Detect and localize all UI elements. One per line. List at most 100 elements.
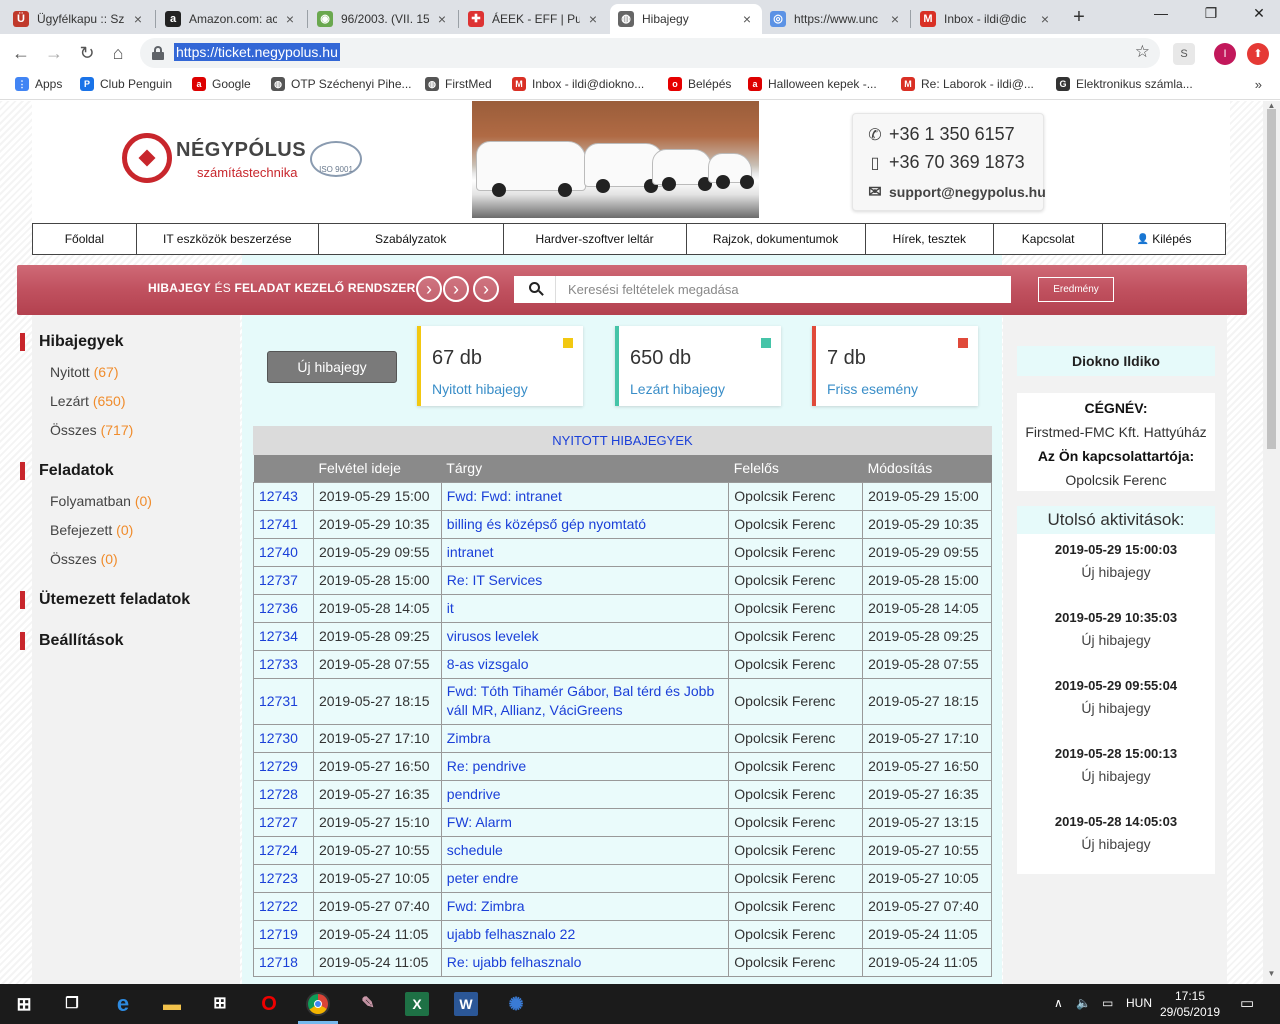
browser-tab[interactable]: Ü Ügyfélkapu :: Sz × [5, 4, 153, 34]
column-header[interactable]: Felvétel ideje [313, 455, 442, 482]
scroll-down-icon[interactable]: ▼ [1263, 969, 1280, 983]
task-view-icon[interactable]: ❐ [60, 992, 84, 1016]
tab-close-icon[interactable]: × [131, 11, 145, 27]
menu-item[interactable]: IT eszközök beszerzése [136, 223, 319, 255]
sidebar-subitem[interactable]: Folyamatban (0) [50, 493, 152, 509]
subject-link[interactable]: ujabb felhasznalo 22 [440, 919, 730, 949]
tray-chevron-icon[interactable]: ∧ [1054, 996, 1063, 1010]
tab-close-icon[interactable]: × [435, 11, 449, 27]
opera-icon[interactable]: O [257, 992, 281, 1016]
phone1-text[interactable]: +36 1 350 6157 [889, 124, 1015, 145]
subject-link[interactable]: FW: Alarm [440, 807, 730, 837]
home-icon[interactable]: ⌂ [107, 42, 129, 64]
email-link[interactable]: support@negypolus.hu [889, 184, 1046, 200]
table-row[interactable]: 12734 2019-05-28 09:25 virusos levelek Opol… [253, 621, 992, 651]
column-header[interactable]: Felelős [728, 455, 863, 482]
table-row[interactable]: 12718 2019-05-24 11:05 Re: ujabb felhaszna… [253, 947, 992, 977]
language-indicator[interactable]: HUN [1126, 996, 1152, 1010]
browser-tab[interactable]: a Amazon.com: ac × [157, 4, 305, 34]
ticket-id-link[interactable]: 12740 [253, 537, 314, 567]
ticket-id-link[interactable]: 12734 [253, 621, 314, 651]
ticket-id-link[interactable]: 12731 [253, 677, 314, 725]
circle-chevron-icon[interactable]: › [443, 276, 469, 302]
ticket-id-link[interactable]: 12724 [253, 835, 314, 865]
table-row[interactable]: 12727 2019-05-27 15:10 FW: Alarm Opolcsik F… [253, 807, 992, 837]
network-icon[interactable]: ▭ [1102, 996, 1113, 1010]
ticket-id-link[interactable]: 12730 [253, 723, 314, 753]
maximize-icon[interactable]: ❐ [1196, 5, 1226, 22]
table-row[interactable]: 12741 2019-05-29 10:35 billing és középső … [253, 509, 992, 539]
browser-tab[interactable]: M Inbox - ildi@dic × [912, 4, 1060, 34]
menu-item[interactable]: Hírek, tesztek [865, 223, 994, 255]
table-row[interactable]: 12722 2019-05-27 07:40 Fwd: Zimbra Opolcsik… [253, 891, 992, 921]
stat-card[interactable]: 7 db Friss esemény [812, 326, 978, 406]
tab-close-icon[interactable]: × [1038, 11, 1052, 27]
store-icon[interactable]: ⊞ [208, 992, 232, 1016]
table-row[interactable]: 12731 2019-05-27 18:15 Fwd: Tóth Tihamér G… [253, 677, 992, 725]
subject-link[interactable]: Fwd: Tóth Tihamér Gábor, Bal térd és Job… [440, 677, 730, 725]
menu-item[interactable]: Főoldal [32, 223, 137, 255]
sidebar-subitem[interactable]: Befejezett (0) [50, 522, 133, 538]
sidebar-settings[interactable]: Beállítások [20, 632, 123, 650]
word-icon[interactable]: W [454, 992, 478, 1016]
circle-chevron-icon[interactable]: › [416, 276, 442, 302]
notifications-icon[interactable]: ▭ [1240, 994, 1254, 1012]
table-row[interactable]: 12719 2019-05-24 11:05 ujabb felhasznalo 2… [253, 919, 992, 949]
subject-link[interactable]: virusos levelek [440, 621, 730, 651]
close-window-icon[interactable]: ✕ [1244, 5, 1274, 22]
back-icon[interactable]: ← [10, 42, 32, 64]
system-clock[interactable]: 17:15 29/05/2019 [1158, 988, 1222, 1020]
ticket-id-link[interactable]: 12727 [253, 807, 314, 837]
ticket-id-link[interactable]: 12736 [253, 593, 314, 623]
result-button[interactable]: Eredmény [1038, 277, 1114, 302]
tab-close-icon[interactable]: × [586, 11, 600, 27]
paint-icon[interactable]: ✎ [356, 992, 380, 1016]
subject-link[interactable]: peter endre [440, 863, 730, 893]
table-row[interactable]: 12743 2019-05-29 15:00 Fwd: Fwd: intranet O… [253, 481, 992, 511]
subject-link[interactable]: Re: pendrive [440, 751, 730, 781]
ticket-id-link[interactable]: 12733 [253, 649, 314, 679]
edge-icon[interactable]: e [111, 992, 135, 1016]
sidebar-tasks-title[interactable]: Feladatok [20, 462, 114, 480]
bookmark-item[interactable]: a Google [192, 77, 251, 91]
search-button[interactable] [514, 276, 556, 303]
bookmark-item[interactable]: ◍ OTP Széchenyi Pihe... [271, 77, 412, 91]
browser-tab[interactable]: ◉ 96/2003. (VII. 15 × [309, 4, 457, 34]
bookmark-item[interactable]: a Halloween kepek -... [748, 77, 877, 91]
sidebar-subitem[interactable]: Nyitott (67) [50, 364, 118, 380]
ticket-id-link[interactable]: 12737 [253, 565, 314, 595]
table-row[interactable]: 12733 2019-05-28 07:55 8-as vizsgalo Opolcs… [253, 649, 992, 679]
ticket-id-link[interactable]: 12718 [253, 947, 314, 977]
page-scrollbar[interactable]: ▲ ▼ [1263, 101, 1280, 984]
bookmark-item[interactable]: P Club Penguin [80, 77, 172, 91]
bookmark-item[interactable]: o Belépés [668, 77, 731, 91]
menu-item[interactable]: Hardver-szoftver leltár [503, 223, 687, 255]
tab-close-icon[interactable]: × [740, 11, 754, 27]
bookmark-star-icon[interactable]: ☆ [1135, 42, 1150, 62]
ticket-id-link[interactable]: 12722 [253, 891, 314, 921]
column-header[interactable]: Módosítás [862, 455, 992, 482]
forward-icon[interactable]: → [43, 42, 65, 64]
ticket-id-link[interactable]: 12743 [253, 481, 314, 511]
volume-icon[interactable]: 🔈 [1076, 996, 1091, 1010]
subject-link[interactable]: Re: ujabb felhasznalo [440, 947, 730, 977]
extension-icon[interactable]: S [1173, 43, 1195, 65]
bookmark-item[interactable]: G Elektronikus számla... [1056, 77, 1193, 91]
menu-item[interactable]: Szabályzatok [318, 223, 504, 255]
table-row[interactable]: 12730 2019-05-27 17:10 Zimbra Opolcsik Fere… [253, 723, 992, 753]
table-row[interactable]: 12724 2019-05-27 10:55 schedule Opolcsik Fe… [253, 835, 992, 865]
bookmark-item[interactable]: M Re: Laborok - ildi@... [901, 77, 1034, 91]
table-row[interactable]: 12729 2019-05-27 16:50 Re: pendrive Opolcsi… [253, 751, 992, 781]
extension-alert-icon[interactable]: ⬆ [1247, 43, 1269, 65]
table-row[interactable]: 12740 2019-05-29 09:55 intranet Opolcsik Fe… [253, 537, 992, 567]
subject-link[interactable]: 8-as vizsgalo [440, 649, 730, 679]
omnibox[interactable]: https://ticket.negypolus.hu ☆ [140, 38, 1160, 68]
bookmark-item[interactable]: ◍ FirstMed [425, 77, 492, 91]
bookmark-item[interactable]: ⋮ Apps [15, 77, 62, 91]
url-text[interactable]: https://ticket.negypolus.hu [174, 43, 340, 61]
sidebar-subitem[interactable]: Összes (0) [50, 551, 118, 567]
chrome-icon[interactable] [298, 992, 338, 1024]
windows-start-icon[interactable]: ⊞ [12, 992, 36, 1016]
stat-card[interactable]: 67 db Nyitott hibajegy [417, 326, 583, 406]
reload-icon[interactable]: ↻ [76, 42, 98, 64]
